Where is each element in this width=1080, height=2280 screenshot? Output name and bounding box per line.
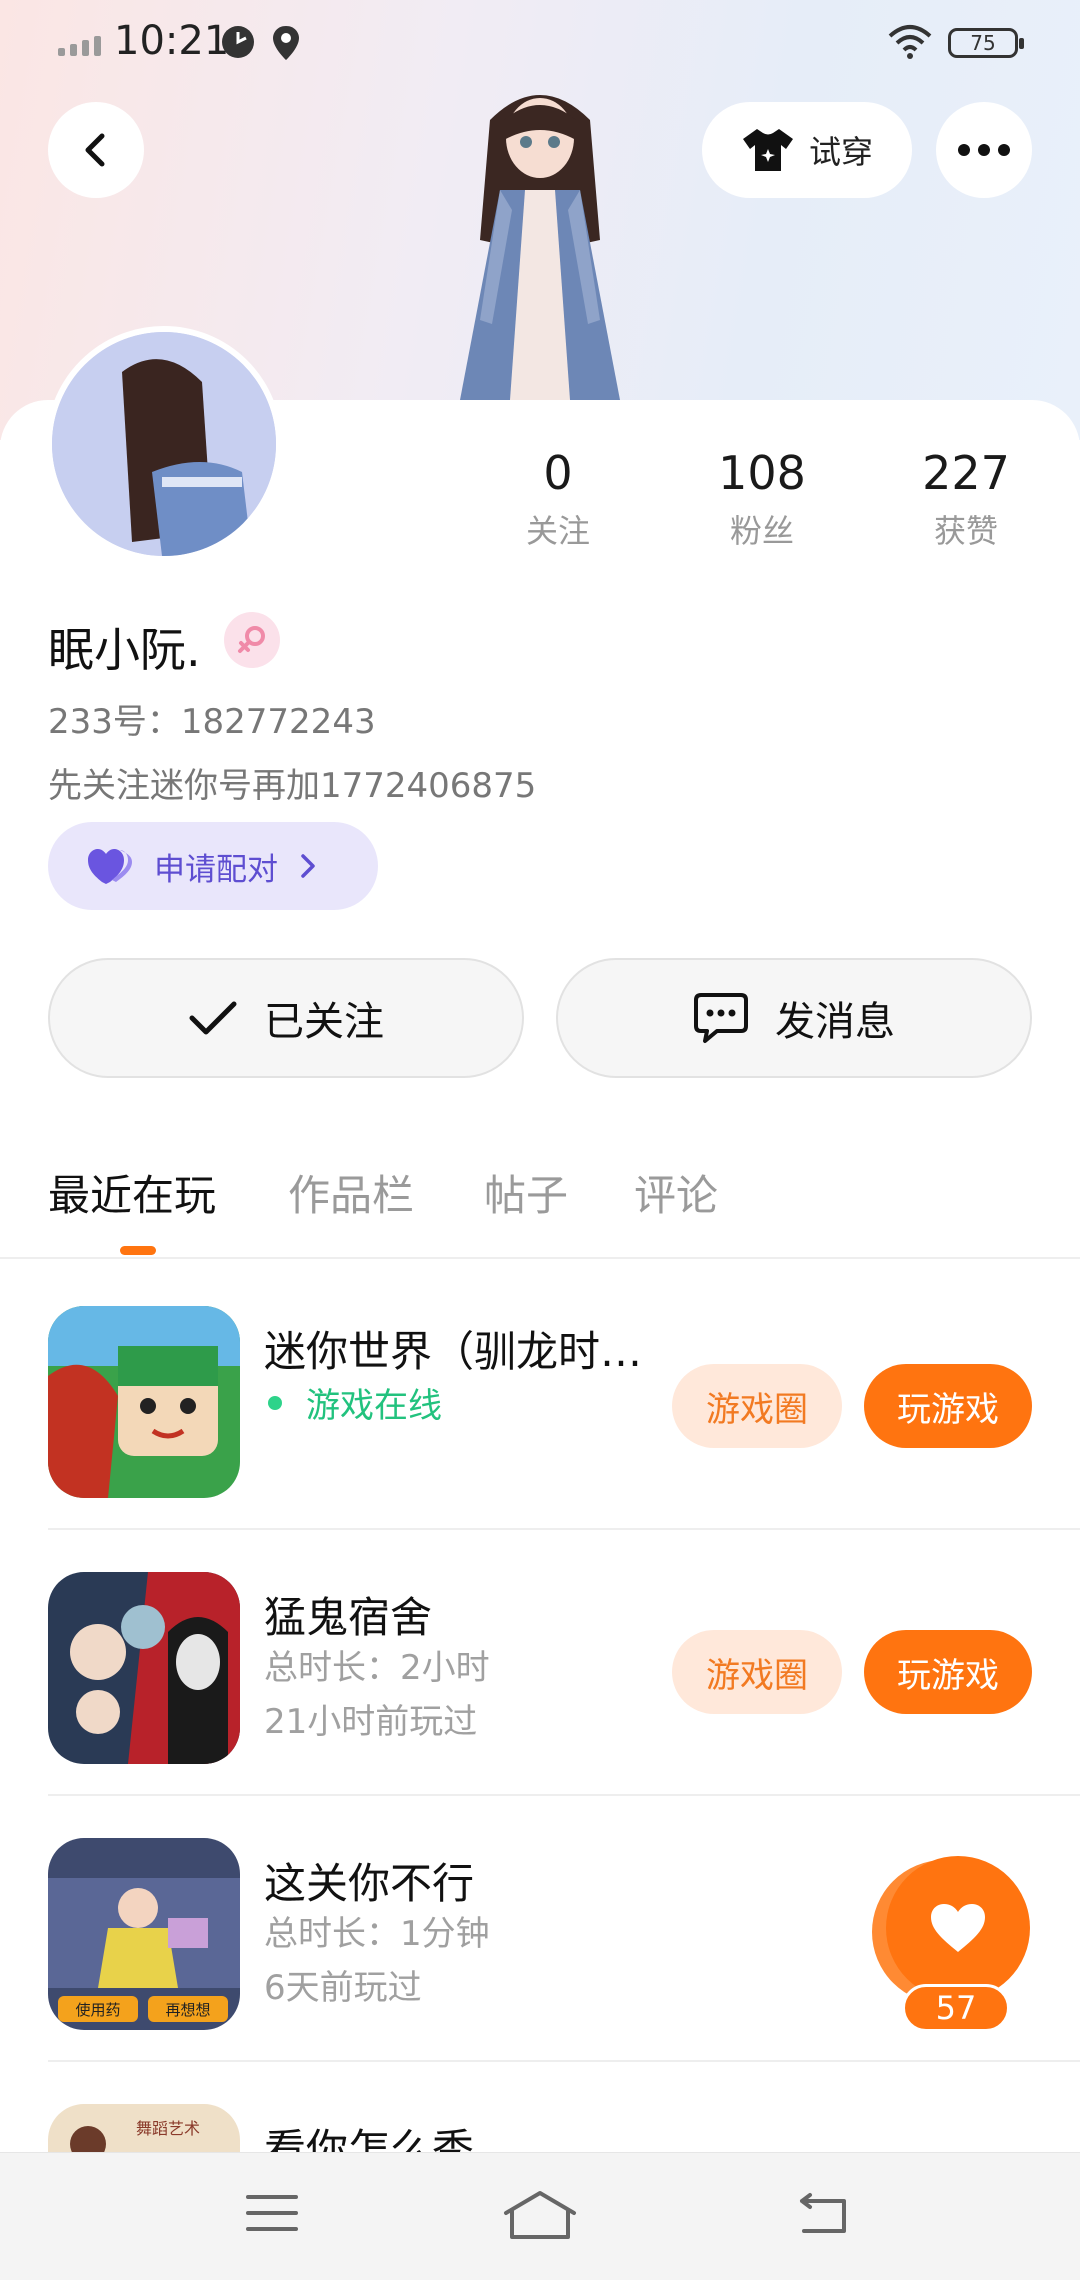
home-icon[interactable] — [502, 2189, 578, 2241]
online-dot-icon — [268, 1395, 282, 1410]
svg-text:舞蹈艺术: 舞蹈艺术 — [136, 2119, 200, 2138]
game-icon-ghost-dorm — [48, 1572, 240, 1764]
system-nav-bar — [0, 2152, 1080, 2280]
followed-button[interactable]: 已关注 — [48, 958, 524, 1078]
game-title: 迷你世界（驯龙时… — [264, 1327, 643, 1376]
back-button[interactable] — [48, 102, 144, 198]
play-duration: 总时长：2小时 — [264, 1648, 490, 1688]
game-icon-you-cant-pass: 使用药 再想想 — [48, 1838, 240, 2030]
avatar-3d-figure — [460, 95, 620, 400]
heart-icon — [931, 1904, 985, 1952]
game-online-status: 游戏在线 — [264, 1378, 442, 1427]
stat-followers-label: 粉丝 — [729, 512, 794, 550]
menu-icon[interactable] — [244, 2189, 300, 2237]
icon-label-left: 使用药 — [75, 2001, 120, 2019]
wifi-icon — [888, 25, 932, 59]
game-icon-show: 舞蹈艺术 — [48, 2104, 240, 2152]
tshirt-icon — [742, 129, 793, 171]
status-time: 10:21 — [114, 18, 230, 64]
play-game-button[interactable]: 玩游戏 — [864, 1630, 1032, 1714]
nickname: 眠小阮. — [48, 623, 201, 677]
location-icon — [273, 26, 299, 60]
game-title: 猛鬼宿舍 — [264, 1593, 433, 1642]
stat-followers-value: 108 — [718, 446, 806, 500]
game-icon-mini-world — [48, 1306, 240, 1498]
icon-label-right: 再想想 — [165, 2001, 210, 2019]
tab-comments[interactable]: 评论 — [634, 1162, 718, 1223]
floating-like-button[interactable] — [886, 1856, 1030, 2000]
user-bio: 先关注迷你号再加1772406875 — [48, 766, 537, 806]
back-icon[interactable] — [796, 2189, 852, 2237]
message-label: 发消息 — [775, 999, 895, 1045]
status-bar: 10:21 75 — [0, 0, 1080, 86]
tab-works[interactable]: 作品栏 — [288, 1162, 414, 1223]
last-played: 21小时前玩过 — [264, 1702, 478, 1742]
stat-likes[interactable]: 227 获赞 — [886, 446, 1046, 552]
game-row-4[interactable]: 舞蹈艺术 看你怎么秀 — [0, 2062, 1080, 2152]
female-icon — [238, 626, 265, 653]
message-button[interactable]: 发消息 — [556, 958, 1032, 1078]
game-circle-button[interactable]: 游戏圈 — [672, 1630, 842, 1714]
profile-tabs: 最近在玩 作品栏 帖子 评论 — [0, 1150, 1080, 1260]
avatar[interactable] — [46, 326, 282, 562]
chevron-right-icon — [301, 854, 315, 878]
battery-icon: 75 — [948, 28, 1024, 58]
last-played: 6天前玩过 — [264, 1968, 422, 2008]
try-on-button[interactable]: 试穿 — [702, 102, 912, 198]
followed-label: 已关注 — [264, 999, 384, 1045]
like-count: 57 — [902, 1984, 1010, 2032]
signal-icon — [58, 36, 106, 56]
tab-active-indicator — [120, 1246, 156, 1255]
request-pair-button[interactable]: 申请配对 — [48, 822, 378, 910]
user-id: 233号：182772243 — [48, 702, 376, 742]
check-icon — [189, 1001, 237, 1035]
stat-likes-label: 获赞 — [933, 512, 998, 550]
clock-icon — [222, 26, 254, 58]
stat-following-label: 关注 — [525, 512, 590, 550]
game-title: 看你怎么秀 — [264, 2125, 475, 2152]
request-pair-label: 申请配对 — [154, 851, 278, 888]
more-button[interactable] — [936, 102, 1032, 198]
play-game-button[interactable]: 玩游戏 — [864, 1364, 1032, 1448]
gender-badge — [224, 612, 280, 668]
stat-likes-value: 227 — [922, 446, 1010, 500]
double-heart-icon — [88, 849, 132, 884]
play-duration: 总时长：1分钟 — [264, 1914, 490, 1954]
try-on-label: 试穿 — [808, 133, 873, 171]
more-dots-icon — [958, 144, 1010, 156]
avatar-image — [52, 332, 276, 556]
chat-bubble-icon — [694, 993, 748, 1043]
tab-posts[interactable]: 帖子 — [484, 1162, 568, 1223]
stat-following-value: 0 — [543, 446, 573, 500]
game-row-1[interactable]: 迷你世界（驯龙时… 游戏在线 游戏圈 玩游戏 — [0, 1264, 1080, 1530]
tab-recently-played[interactable]: 最近在玩 — [48, 1162, 216, 1223]
stat-followers[interactable]: 108 粉丝 — [682, 446, 842, 552]
tabs-divider — [0, 1257, 1080, 1259]
online-status-text: 游戏在线 — [306, 1386, 442, 1426]
chevron-left-icon — [85, 133, 105, 167]
game-circle-button[interactable]: 游戏圈 — [672, 1364, 842, 1448]
stat-following[interactable]: 0 关注 — [478, 446, 638, 552]
game-row-2[interactable]: 猛鬼宿舍 总时长：2小时 21小时前玩过 游戏圈 玩游戏 — [0, 1530, 1080, 1796]
game-title: 这关你不行 — [264, 1859, 475, 1908]
